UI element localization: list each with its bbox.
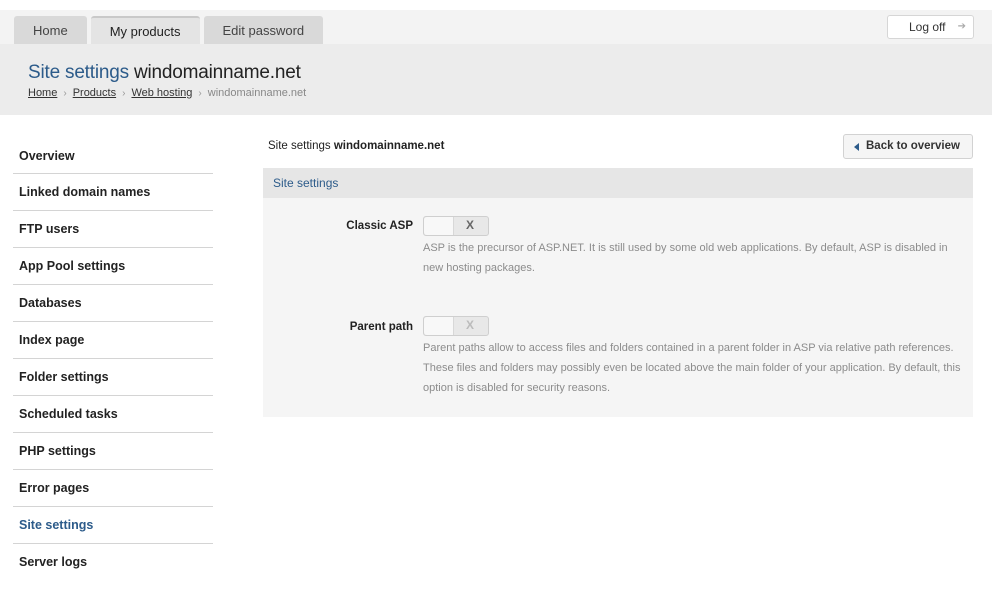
breadcrumb-products[interactable]: Products (73, 87, 116, 99)
sidebar: Overview Linked domain names FTP users A… (13, 138, 213, 581)
sidebar-item-php-settings[interactable]: PHP settings (13, 433, 213, 470)
sidebar-item-error-pages[interactable]: Error pages (13, 470, 213, 507)
back-to-overview-button[interactable]: Back to overview (843, 134, 973, 159)
panel-header: Site settings (263, 168, 973, 198)
chevron-right-icon: › (198, 87, 202, 99)
site-settings-panel: Site settings Classic ASP X ASP is the p… (263, 168, 973, 417)
arrow-right-icon: ➔ (957, 21, 966, 32)
sidebar-item-linked-domain-names[interactable]: Linked domain names (13, 174, 213, 211)
content-title-prefix: Site settings (268, 140, 331, 152)
breadcrumb-current: windomainname.net (207, 87, 307, 99)
toggle-knob (424, 217, 454, 235)
close-icon: X (466, 318, 475, 332)
sidebar-item-scheduled-tasks[interactable]: Scheduled tasks (13, 396, 213, 433)
sidebar-item-ftp-users[interactable]: FTP users (13, 211, 213, 248)
back-to-overview-label: Back to overview (866, 140, 960, 152)
chevron-right-icon: › (63, 87, 67, 99)
sidebar-item-site-settings[interactable]: Site settings (13, 507, 213, 544)
tab-edit-password[interactable]: Edit password (203, 16, 324, 44)
chevron-right-icon: › (122, 87, 126, 99)
breadcrumb-home[interactable]: Home (28, 87, 57, 99)
tab-my-products[interactable]: My products (90, 16, 200, 44)
content-title: Site settings windomainname.net (268, 140, 444, 152)
caret-left-icon (854, 143, 859, 151)
classic-asp-label: Classic ASP (346, 220, 413, 232)
content-title-domain: windomainname.net (333, 140, 445, 152)
classic-asp-description: ASP is the precursor of ASP.NET. It is s… (423, 242, 948, 274)
log-off-label: Log off (909, 20, 946, 34)
sidebar-item-server-logs[interactable]: Server logs (13, 544, 213, 581)
page-title-prefix: Site settings (28, 62, 129, 83)
parent-path-toggle[interactable]: X (423, 316, 489, 336)
page-title-domain: windomainname.net (134, 62, 301, 83)
parent-path-description: Parent paths allow to access files and f… (423, 342, 961, 394)
tab-home[interactable]: Home (14, 16, 87, 44)
sidebar-item-databases[interactable]: Databases (13, 285, 213, 322)
breadcrumb: Home › Products › Web hosting › windomai… (28, 87, 306, 99)
sidebar-item-overview[interactable]: Overview (13, 138, 213, 174)
log-off-button[interactable]: Log off ➔ (887, 15, 974, 39)
parent-path-label: Parent path (349, 321, 413, 333)
sidebar-item-app-pool-settings[interactable]: App Pool settings (13, 248, 213, 285)
breadcrumb-web-hosting[interactable]: Web hosting (131, 87, 192, 99)
sidebar-item-folder-settings[interactable]: Folder settings (13, 359, 213, 396)
close-icon: X (466, 218, 475, 232)
sidebar-item-index-page[interactable]: Index page (13, 322, 213, 359)
main-tabs: Home My products Edit password (14, 16, 327, 44)
classic-asp-toggle[interactable]: X (423, 216, 489, 236)
toggle-knob (424, 317, 454, 335)
page-title: Site settings windomainname.net (28, 62, 301, 84)
